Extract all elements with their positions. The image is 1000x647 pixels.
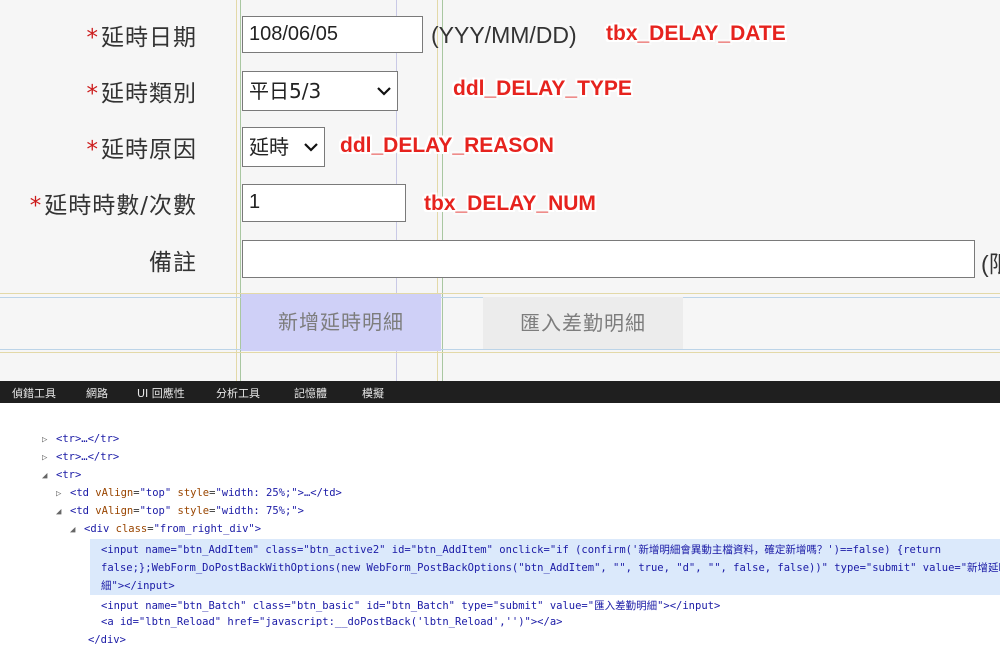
dom-node-tr[interactable]: ▷ <tr>…</tr> <box>42 433 119 445</box>
expand-arrow-icon[interactable]: ▷ <box>42 453 56 463</box>
tab-profiler[interactable]: 分析工具 <box>216 385 260 401</box>
delay-type-label: *延時類別 <box>86 81 197 107</box>
dom-node-td[interactable]: ▷ <td vAlign="top" style="width: 25%;">…<… <box>56 487 342 499</box>
tab-memory[interactable]: 記憶體 <box>294 385 327 401</box>
guide-line <box>442 0 443 381</box>
delay-num-label: *延時時數/次數 <box>29 193 197 219</box>
dom-node-tr[interactable]: ▷ <tr>…</tr> <box>42 451 119 463</box>
dom-node-div[interactable]: ◢ <div class="from_right_div"> <box>70 523 261 535</box>
chevron-down-icon <box>304 143 318 152</box>
devtools-tab-bar: 偵錯工具 網路 UI 回應性 分析工具 記憶體 模擬 <box>0 381 1000 403</box>
remark-label: 備註 <box>149 250 197 276</box>
annotation-delay-date: tbx_DELAY_DATE <box>606 22 786 45</box>
tab-network[interactable]: 網路 <box>86 385 108 401</box>
dom-node-td-open[interactable]: ◢ <td vAlign="top" style="width: 75%;"> <box>56 505 304 517</box>
dom-node-input-batch[interactable]: <input name="btn_Batch" class="btn_basic… <box>101 598 720 613</box>
collapse-arrow-icon[interactable]: ◢ <box>56 507 70 517</box>
tab-emulation[interactable]: 模擬 <box>362 385 384 401</box>
delay-type-value: 平日5/3 <box>249 79 322 103</box>
collapse-arrow-icon[interactable]: ◢ <box>70 525 84 535</box>
annotation-delay-type: ddl_DELAY_TYPE <box>453 77 632 100</box>
expand-arrow-icon[interactable]: ▷ <box>56 489 70 499</box>
delay-num-input[interactable]: 1 <box>242 184 406 222</box>
tab-debugger[interactable]: 偵錯工具 <box>12 385 56 401</box>
annotation-delay-reason: ddl_DELAY_REASON <box>340 134 554 157</box>
tab-ui-responsiveness[interactable]: UI 回應性 <box>137 385 185 401</box>
delay-date-label: *延時日期 <box>86 25 197 51</box>
dom-node-input-additem[interactable]: <input name="btn_AddItem" class="btn_act… <box>101 542 941 557</box>
delay-date-input[interactable]: 108/06/05 <box>242 16 423 53</box>
guide-line <box>0 349 1000 350</box>
guide-line <box>0 352 1000 353</box>
chevron-down-icon <box>377 87 391 96</box>
date-format-hint: (YYY/MM/DD) <box>431 22 577 48</box>
delay-reason-value: 延時 <box>249 135 289 159</box>
remark-suffix: (限 <box>981 251 1000 277</box>
form-area: *延時日期 *延時類別 *延時原因 *延時時數/次數 備註 108/06/05 … <box>0 0 1000 381</box>
delay-reason-select[interactable]: 延時 <box>242 127 325 167</box>
guide-line <box>236 0 237 381</box>
dom-tree-panel: ▷ <tr>…</tr> ▷ <tr>…</tr> ◢ <tr> ▷ <td vAlig… <box>0 403 1000 647</box>
delay-reason-label: *延時原因 <box>86 137 197 163</box>
delay-num-value: 1 <box>249 191 261 213</box>
batch-import-button[interactable]: 匯入差勤明細 <box>483 297 683 349</box>
dom-node-div-close: </div> <box>88 634 126 646</box>
dom-node-tr-open[interactable]: ◢ <tr> <box>42 469 81 481</box>
delay-date-value: 108/06/05 <box>249 23 338 45</box>
expand-arrow-icon[interactable]: ▷ <box>42 435 56 445</box>
dom-node-input-additem-end: 細"></input> <box>101 580 175 592</box>
add-item-button[interactable]: 新增延時明細 <box>241 294 441 351</box>
annotation-delay-num: tbx_DELAY_NUM <box>424 192 596 215</box>
dom-node-input-additem-cont: false;};WebForm_DoPostBackWithOptions(ne… <box>101 562 1000 574</box>
dom-node-anchor-reload[interactable]: <a id="lbtn_Reload" href="javascript:__d… <box>101 616 562 628</box>
collapse-arrow-icon[interactable]: ◢ <box>42 471 56 481</box>
delay-type-select[interactable]: 平日5/3 <box>242 71 398 111</box>
guide-line <box>0 293 1000 294</box>
remark-input[interactable] <box>242 240 975 278</box>
